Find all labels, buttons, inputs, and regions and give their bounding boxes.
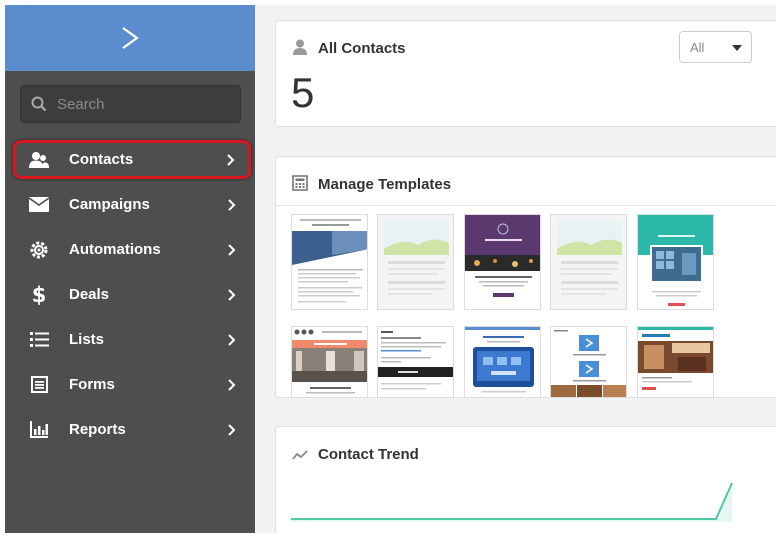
search-box[interactable] — [20, 85, 241, 123]
person-icon — [293, 39, 307, 55]
all-contacts-card: All Contacts 5 All — [275, 20, 776, 127]
contacts-icon — [29, 150, 49, 170]
card-title: Manage Templates — [318, 176, 452, 193]
card-title: All Contacts — [318, 40, 406, 57]
template-thumbnail[interactable] — [377, 214, 454, 310]
contacts-count: 5 — [291, 69, 315, 116]
template-thumbnail[interactable] — [291, 214, 368, 310]
list-icon — [29, 330, 49, 350]
chevron-right-icon — [227, 153, 235, 166]
app-window: Contacts Campaigns — [5, 5, 776, 533]
manage-templates-card: Manage Templates — [275, 156, 776, 398]
template-calculator-icon — [292, 175, 308, 191]
sidebar-item-lists[interactable]: Lists — [5, 317, 255, 362]
sidebar-item-label: Campaigns — [69, 196, 150, 213]
chevron-right-icon — [228, 333, 236, 346]
sidebar-item-label: Contacts — [69, 151, 134, 168]
sidebar-item-label: Automations — [69, 241, 161, 258]
sidebar-item-label: Deals — [69, 286, 110, 303]
template-thumbnail[interactable] — [291, 326, 368, 398]
contact-trend-card: Contact Trend — [275, 426, 776, 533]
template-thumbnail[interactable] — [464, 214, 541, 310]
chevron-right-icon — [228, 378, 236, 391]
filter-value: All — [690, 39, 705, 55]
sidebar: Contacts Campaigns — [5, 5, 255, 533]
logo-bar[interactable] — [5, 5, 255, 71]
template-thumbnail[interactable] — [550, 214, 627, 310]
card-divider — [276, 205, 776, 206]
caret-down-icon — [732, 45, 742, 51]
bar-chart-icon — [29, 420, 49, 440]
template-thumbnail[interactable] — [464, 326, 541, 398]
card-title: Contact Trend — [318, 446, 419, 463]
contact-trend-chart — [291, 482, 733, 522]
sidebar-item-deals[interactable]: $ Deals — [5, 272, 255, 317]
sidebar-item-automations[interactable]: Automations — [5, 227, 255, 272]
dollar-icon: $ — [31, 282, 47, 307]
search-input[interactable] — [57, 95, 227, 113]
form-icon — [29, 375, 49, 395]
chevron-right-icon — [228, 243, 236, 256]
chevron-right-icon — [228, 198, 236, 211]
sidebar-item-label: Reports — [69, 421, 126, 438]
trend-line-icon — [292, 450, 308, 460]
sidebar-item-forms[interactable]: Forms — [5, 362, 255, 407]
trend-series-line — [291, 482, 733, 520]
sidebar-item-contacts[interactable]: Contacts — [13, 140, 251, 179]
chevron-right-icon — [228, 423, 236, 436]
template-thumbnail[interactable] — [637, 214, 714, 310]
template-thumbnail[interactable] — [377, 326, 454, 398]
envelope-icon — [29, 195, 49, 215]
sidebar-item-campaigns[interactable]: Campaigns — [5, 182, 255, 227]
sidebar-item-reports[interactable]: Reports — [5, 407, 255, 452]
sidebar-item-label: Forms — [69, 376, 115, 393]
template-thumbnail[interactable] — [550, 326, 627, 398]
search-icon — [31, 96, 47, 112]
chevron-right-icon — [228, 288, 236, 301]
sidebar-nav: Contacts Campaigns Automations $ Deals L… — [5, 137, 255, 452]
automation-gear-icon — [29, 240, 49, 260]
sidebar-item-label: Lists — [69, 331, 105, 348]
contacts-filter-select[interactable]: All — [679, 31, 752, 63]
chevron-logo-icon — [122, 27, 139, 49]
template-thumbnail[interactable] — [637, 326, 714, 398]
